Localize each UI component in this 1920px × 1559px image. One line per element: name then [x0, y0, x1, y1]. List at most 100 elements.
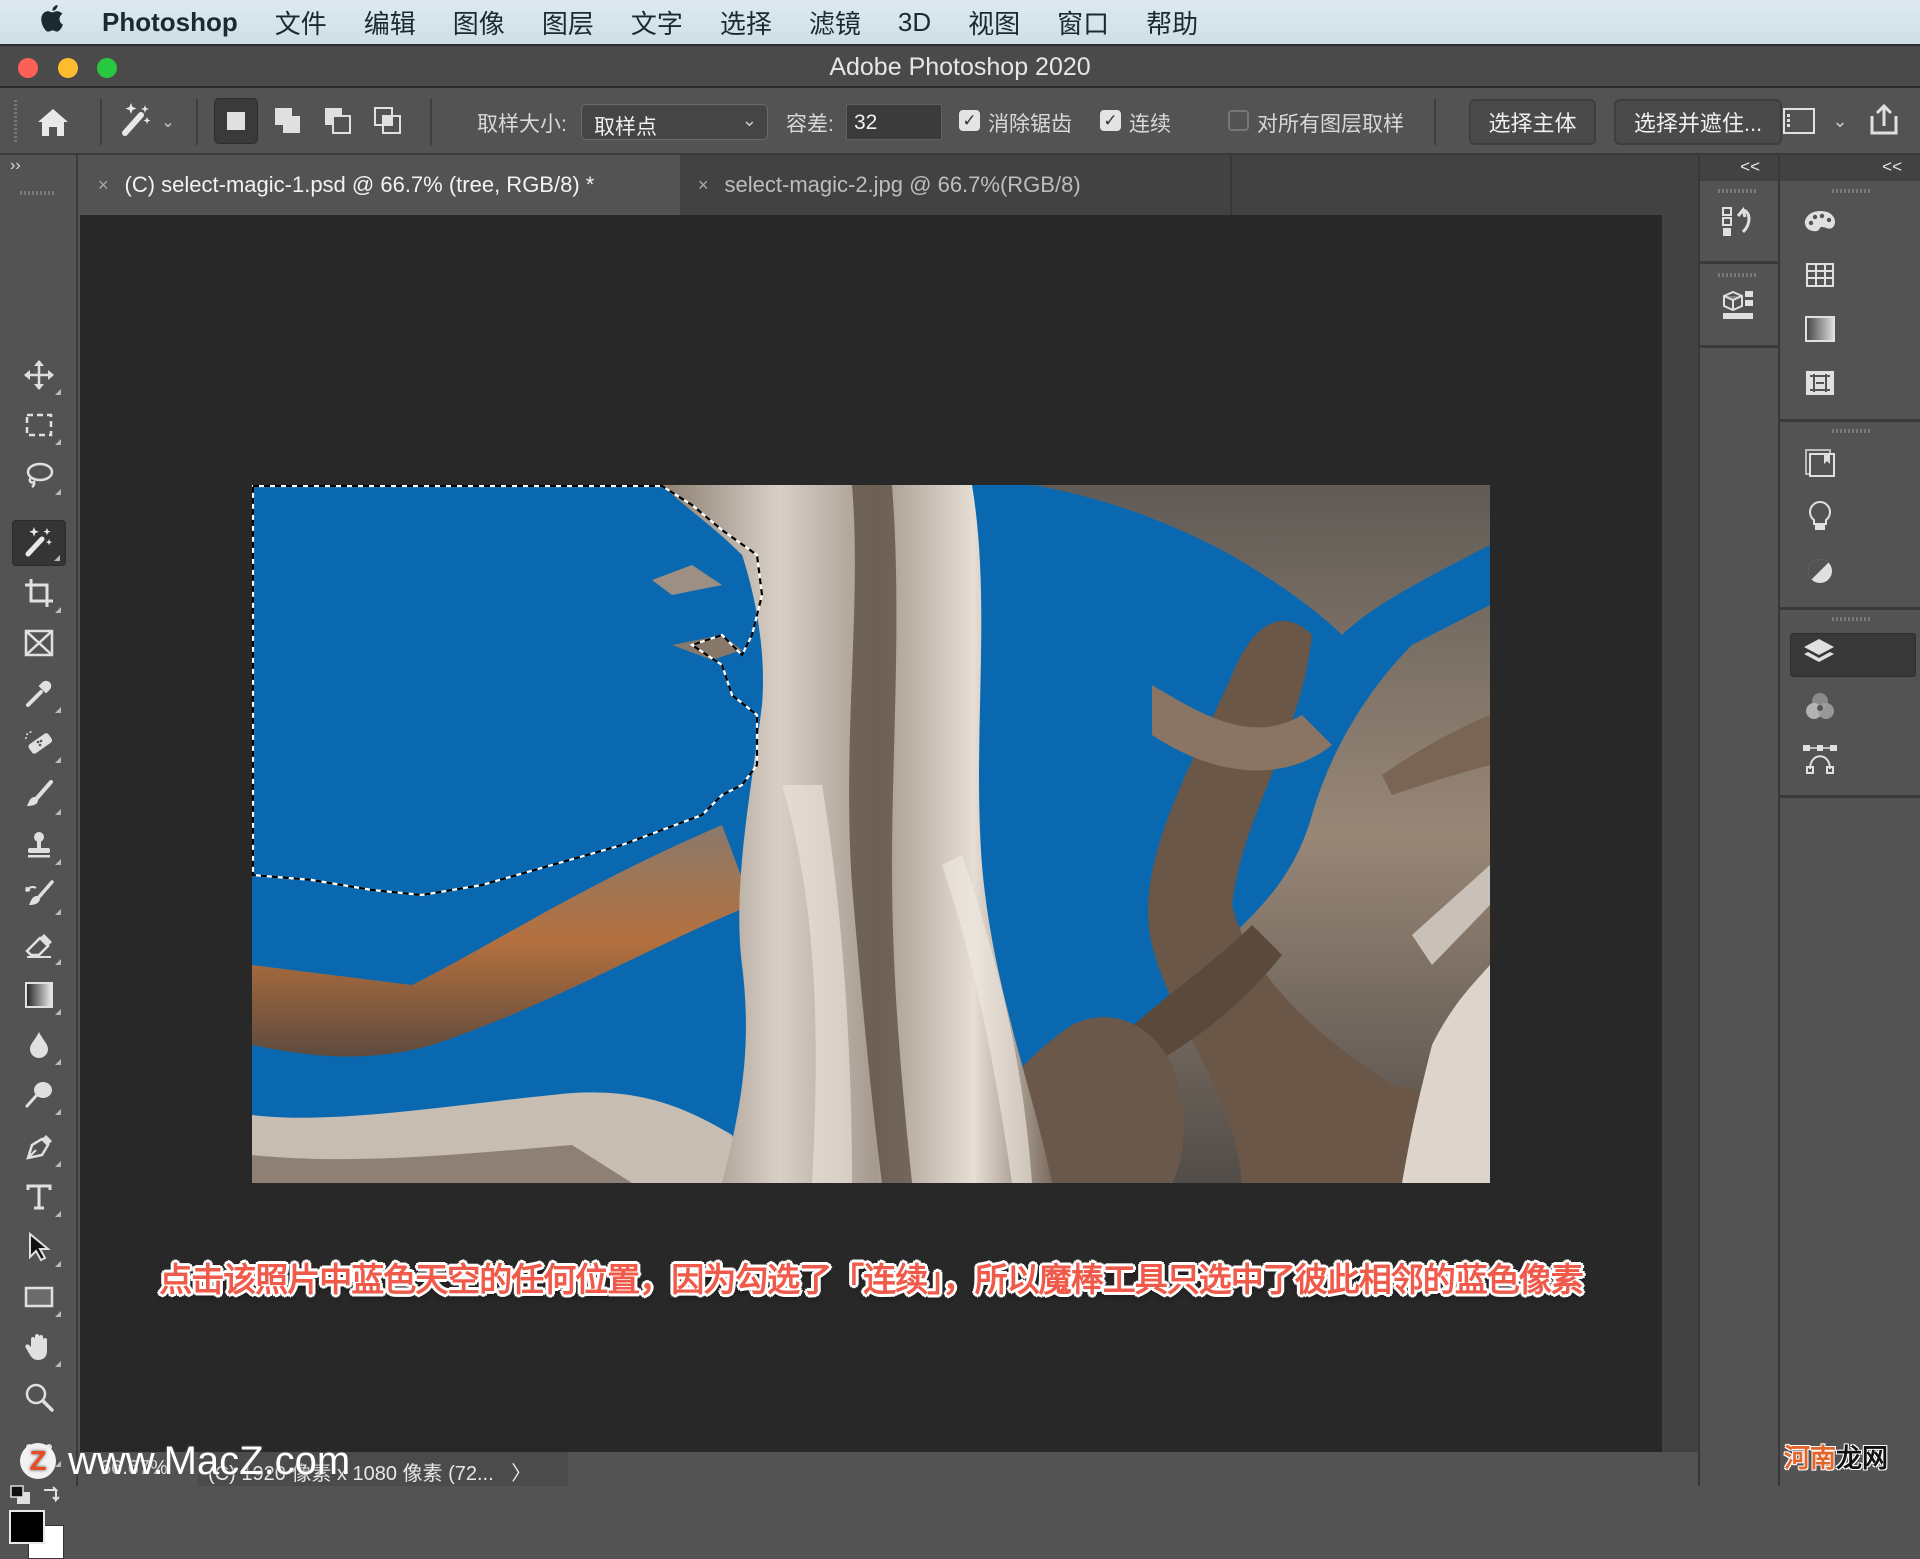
- divider: [196, 99, 198, 145]
- frame-tool[interactable]: [12, 623, 66, 667]
- gradient-tool[interactable]: [12, 975, 66, 1019]
- foreground-color-swatch[interactable]: [9, 1510, 45, 1544]
- vertical-scrollbar[interactable]: [1662, 215, 1698, 1452]
- type-tool[interactable]: [12, 1177, 66, 1221]
- chevron-down-icon[interactable]: ⌄: [1829, 104, 1851, 138]
- eraser-tool[interactable]: [12, 925, 66, 969]
- menu-type[interactable]: 文字: [631, 4, 683, 41]
- options-bar-grip[interactable]: [14, 100, 17, 144]
- swap-colors-icon[interactable]: [42, 1483, 64, 1505]
- collapse-panels-button[interactable]: <<: [1700, 155, 1778, 181]
- panel-grip[interactable]: [1718, 273, 1756, 277]
- swatches-panel-button[interactable]: [1794, 255, 1846, 299]
- sample-all-layers-checkbox[interactable]: [1228, 110, 1249, 131]
- intersect-selection-button[interactable]: [366, 98, 410, 144]
- tool-preset-picker[interactable]: ⌄: [112, 100, 182, 144]
- pen-tool[interactable]: [12, 1127, 66, 1171]
- subtract-from-selection-button[interactable]: [316, 98, 360, 144]
- swatches-icon: [1802, 258, 1838, 297]
- hand-icon: [23, 1331, 55, 1368]
- share-icon[interactable]: [1866, 100, 1902, 140]
- close-tab-icon[interactable]: ×: [698, 175, 709, 196]
- hand-tool[interactable]: [12, 1327, 66, 1371]
- select-and-mask-button[interactable]: 选择并遮住...: [1614, 99, 1782, 145]
- magic-wand-tool[interactable]: [12, 520, 66, 566]
- paths-panel-button[interactable]: [1794, 739, 1846, 783]
- adjustments-panel-button[interactable]: [1794, 551, 1846, 595]
- menu-filter[interactable]: 滤镜: [809, 4, 861, 41]
- menu-3d[interactable]: 3D: [898, 7, 931, 38]
- close-tab-icon[interactable]: ×: [98, 175, 109, 196]
- macos-menu-bar: Photoshop 文件 编辑 图像 图层 文字 选择 滤镜 3D 视图 窗口 …: [0, 0, 1920, 44]
- collapse-panels-button[interactable]: <<: [1780, 155, 1920, 181]
- move-tool[interactable]: [12, 355, 66, 399]
- crop-icon: [23, 577, 55, 614]
- sample-size-label: 取样大小:: [477, 113, 567, 136]
- palette-icon: [1802, 206, 1838, 245]
- gradients-panel-button[interactable]: [1794, 309, 1846, 353]
- menu-file[interactable]: 文件: [275, 4, 327, 41]
- chevron-right-icon[interactable]: 〉: [511, 1463, 531, 1485]
- workspace-icon[interactable]: [1782, 102, 1816, 140]
- channels-panel-button[interactable]: [1794, 687, 1846, 731]
- path-selection-tool[interactable]: [12, 1227, 66, 1271]
- tab-select-magic-2[interactable]: × select-magic-2.jpg @ 66.7%(RGB/8): [680, 155, 1232, 215]
- rect-marquee-icon: [23, 409, 55, 446]
- chevron-down-icon: ⌄: [741, 110, 757, 130]
- layers-panel-button[interactable]: [1790, 633, 1916, 677]
- panel-grip[interactable]: [1832, 189, 1870, 193]
- history-panel-button[interactable]: [1712, 203, 1764, 247]
- eraser-icon: [23, 929, 55, 966]
- divider: [1780, 607, 1920, 610]
- lasso-tool[interactable]: [12, 455, 66, 499]
- default-colors-icon[interactable]: [10, 1485, 32, 1505]
- history-brush-tool[interactable]: [12, 875, 66, 919]
- libraries-panel-button[interactable]: [1794, 443, 1846, 487]
- healing-brush-tool[interactable]: [12, 723, 66, 767]
- anti-alias-checkbox[interactable]: ✓: [959, 110, 980, 131]
- panel-grip[interactable]: [1718, 189, 1756, 193]
- document-canvas[interactable]: 点击该照片中蓝色天空的任何位置，因为勾选了「连续」，所以魔棒工具只选中了彼此相邻…: [80, 215, 1662, 1452]
- eyedropper-tool[interactable]: [12, 673, 66, 717]
- menu-window[interactable]: 窗口: [1057, 4, 1109, 41]
- rectangle-tool[interactable]: [12, 1277, 66, 1321]
- menu-edit[interactable]: 编辑: [364, 4, 416, 41]
- dodge-tool[interactable]: [12, 1075, 66, 1119]
- patterns-panel-button[interactable]: [1794, 363, 1846, 407]
- pen-icon: [23, 1131, 55, 1168]
- tree-photo[interactable]: [252, 485, 1490, 1183]
- sample-size-select[interactable]: 取样点 ⌄: [581, 104, 768, 140]
- expand-toolbar-icon[interactable]: ››: [10, 157, 21, 175]
- blur-tool[interactable]: [12, 1025, 66, 1069]
- menu-image[interactable]: 图像: [453, 4, 505, 41]
- new-selection-button[interactable]: [214, 98, 258, 144]
- menu-help[interactable]: 帮助: [1146, 4, 1198, 41]
- rect-marquee-tool[interactable]: [12, 405, 66, 449]
- add-to-selection-button[interactable]: [266, 98, 310, 144]
- clone-stamp-tool[interactable]: [12, 825, 66, 869]
- 3d-panel-button[interactable]: [1712, 285, 1764, 329]
- sample-all-layers-label: 对所有图层取样: [1257, 113, 1404, 136]
- menu-photoshop[interactable]: Photoshop: [102, 7, 238, 38]
- home-icon[interactable]: [30, 100, 76, 144]
- panel-grip[interactable]: [1832, 617, 1870, 621]
- menu-layer[interactable]: 图层: [542, 4, 594, 41]
- apple-menu-icon[interactable]: [38, 3, 68, 41]
- learn-panel-button[interactable]: [1794, 497, 1846, 541]
- frame-icon: [23, 627, 55, 664]
- crop-tool[interactable]: [12, 573, 66, 617]
- history-brush-icon: [23, 879, 55, 916]
- brush-tool[interactable]: [12, 775, 66, 819]
- contiguous-checkbox[interactable]: ✓: [1100, 110, 1121, 131]
- drop-icon: [23, 1029, 55, 1066]
- select-subject-button[interactable]: 选择主体: [1469, 99, 1596, 145]
- color-panel-button[interactable]: [1794, 203, 1846, 247]
- menu-view[interactable]: 视图: [968, 4, 1020, 41]
- menu-select[interactable]: 选择: [720, 4, 772, 41]
- panel-grip[interactable]: [1832, 429, 1870, 433]
- rectangle-icon: [23, 1281, 55, 1318]
- toolbar-grip[interactable]: [20, 191, 56, 195]
- tolerance-input[interactable]: 32: [846, 104, 942, 140]
- tab-select-magic-1[interactable]: × (C) select-magic-1.psd @ 66.7% (tree, …: [80, 155, 680, 215]
- zoom-tool[interactable]: [12, 1377, 66, 1421]
